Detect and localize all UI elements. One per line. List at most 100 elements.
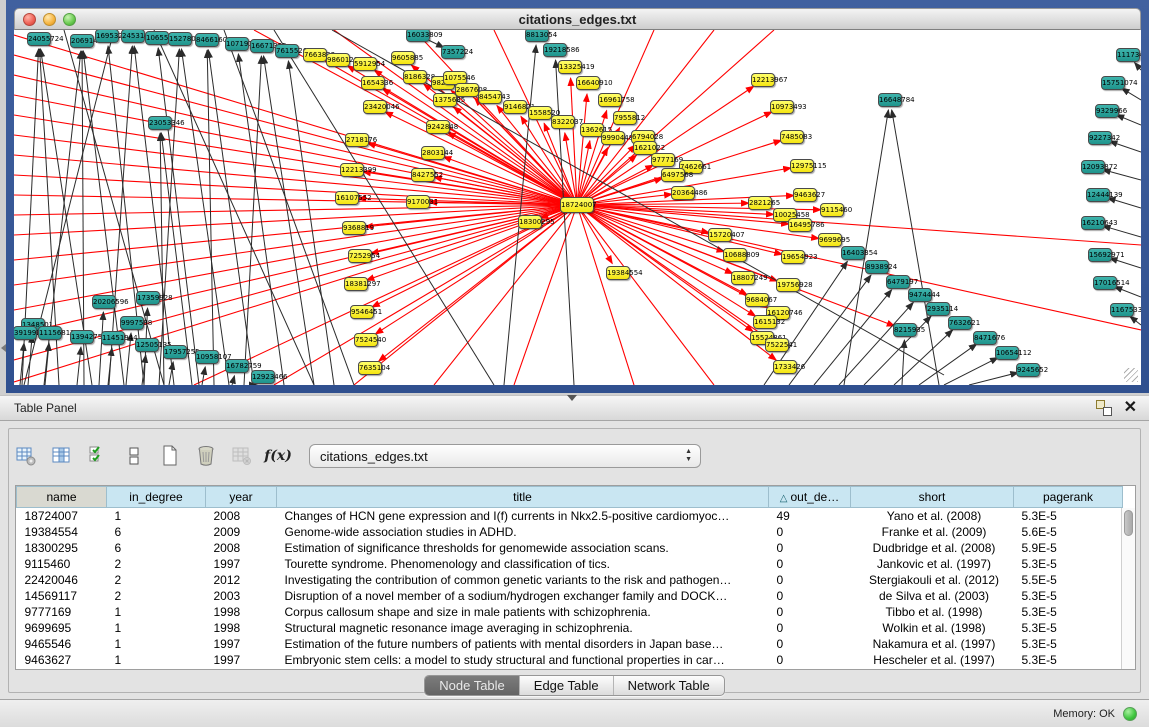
graph-node[interactable]: 7357224	[441, 45, 465, 59]
graph-node[interactable]: 7524540	[354, 333, 378, 347]
graph-node[interactable]: 10973493	[770, 100, 794, 114]
tab-node-table[interactable]: Node Table	[425, 676, 520, 695]
graph-node[interactable]: 2821265	[748, 196, 772, 210]
scrollbar-thumb[interactable]	[1124, 510, 1133, 536]
graph-node[interactable]: 17016514	[1093, 276, 1117, 290]
graph-node[interactable]: 20206596	[92, 295, 116, 309]
graph-node[interactable]: 9329966	[1095, 104, 1119, 118]
graph-node[interactable]: 16953275	[95, 30, 119, 43]
table-row[interactable]: 1872400712008Changes of HCN gene express…	[17, 508, 1123, 524]
graph-node[interactable]: 20364486	[671, 186, 695, 200]
graph-node[interactable]: 5912954	[353, 57, 377, 71]
graph-node[interactable]: 8466160	[195, 33, 219, 47]
table-row[interactable]: 946362711997Embryonic stem cells: a mode…	[17, 652, 1123, 668]
column-header-out_degree[interactable]: △out_de…	[769, 487, 851, 508]
graph-node[interactable]: 8471676	[973, 331, 997, 345]
graph-node[interactable]: 11451944	[101, 331, 125, 345]
graph-node[interactable]: 12093872	[1081, 160, 1105, 174]
graph-node[interactable]: 7632621	[948, 316, 972, 330]
graph-node[interactable]: 18381297	[344, 277, 368, 291]
graph-node[interactable]: 2803144	[421, 146, 445, 160]
graph-node[interactable]: 10958107	[195, 350, 219, 364]
graph-node[interactable]: 9699695	[818, 233, 842, 247]
graph-node[interactable]: 16403354	[841, 246, 865, 260]
graph-node[interactable]: 7635104	[358, 361, 382, 375]
graph-node[interactable]: 18300295	[518, 215, 542, 229]
graph-node[interactable]: 16640910	[576, 76, 600, 90]
graph-node[interactable]: 8215935	[893, 323, 917, 337]
tab-network-table[interactable]: Network Table	[614, 676, 724, 695]
show-columns-icon[interactable]	[51, 445, 73, 467]
column-header-in_degree[interactable]: in_degree	[107, 487, 206, 508]
graph-node[interactable]: 2718176	[345, 133, 369, 147]
graph-node[interactable]: 11675338	[1110, 303, 1134, 317]
graph-node[interactable]: 15751074	[1101, 76, 1125, 90]
graph-node[interactable]: 9245652	[1016, 363, 1040, 377]
table-mode-icon[interactable]	[15, 445, 37, 467]
graph-node[interactable]: 10655327	[145, 31, 169, 45]
graph-node[interactable]: 16782759	[225, 359, 249, 373]
graph-node[interactable]: 7663822	[303, 48, 327, 62]
graph-node[interactable]: 9990448	[601, 131, 625, 145]
graph-node[interactable]: 12444139	[1086, 188, 1110, 202]
tab-edge-table[interactable]: Edge Table	[520, 676, 614, 695]
graph-node[interactable]: 11173456	[1116, 48, 1140, 62]
graph-node[interactable]: 6497568	[661, 168, 685, 182]
graph-node[interactable]: 6479197	[886, 275, 910, 289]
table-row[interactable]: 1830029562008Estimation of significance …	[17, 540, 1123, 556]
graph-hub-node[interactable]: 18724007	[560, 197, 594, 213]
float-panel-icon[interactable]	[1096, 400, 1112, 416]
graph-node[interactable]: 19218586	[543, 43, 567, 57]
graph-node[interactable]: 1733426	[773, 360, 797, 374]
table-row[interactable]: 969969511998Structural magnetic resonanc…	[17, 620, 1123, 636]
graph-node[interactable]: 12505135	[135, 338, 159, 352]
graph-node[interactable]: 9860128	[326, 53, 350, 67]
graph-node[interactable]: 19756928	[776, 278, 800, 292]
graph-node[interactable]: 12213967	[751, 73, 775, 87]
graph-node[interactable]: 11156812	[38, 326, 62, 340]
graph-node[interactable]: 10688809	[723, 248, 747, 262]
graph-node[interactable]: 2935114	[926, 302, 950, 316]
delete-columns-icon[interactable]	[195, 445, 217, 467]
network-graph-canvas[interactable]: 24055724 20691406169532752453149210655327…	[14, 30, 1141, 385]
graph-node[interactable]: 20691406	[70, 34, 94, 48]
table-row[interactable]: 1456911722003Disruption of a novel membe…	[17, 588, 1123, 604]
window-resize-grip[interactable]	[1124, 368, 1138, 382]
graph-node[interactable]: 16648784	[878, 93, 902, 107]
graph-node[interactable]: 24531492	[121, 30, 145, 43]
graph-node[interactable]: 16495786	[788, 218, 812, 232]
graph-node[interactable]: 17359928	[136, 291, 160, 305]
table-row[interactable]: 977716911998Corpus callosum shape and si…	[17, 604, 1123, 620]
table-row[interactable]: 1938455462009Genome-wide association stu…	[17, 524, 1123, 540]
graph-node[interactable]: 1558520	[528, 106, 552, 120]
graph-node[interactable]: 12923466	[251, 370, 275, 384]
column-header-year[interactable]: year	[206, 487, 277, 508]
graph-node[interactable]: 9546451	[350, 305, 374, 319]
graph-node[interactable]: 10654112	[995, 346, 1019, 360]
graph-node[interactable]: 9684067	[745, 293, 769, 307]
graph-node[interactable]: 24055724	[27, 32, 51, 46]
graph-node[interactable]: 9368819	[342, 221, 366, 235]
graph-node[interactable]: 18807249	[731, 271, 755, 285]
graph-node[interactable]: 16961758	[598, 93, 622, 107]
graph-node[interactable]: 19384554	[606, 266, 630, 280]
table-row[interactable]: 946554611997Estimation of the future num…	[17, 636, 1123, 652]
graph-node[interactable]: 8938924	[865, 260, 889, 274]
graph-node[interactable]: 1615132	[753, 315, 777, 329]
graph-node[interactable]: 9605885	[391, 51, 415, 65]
graph-node[interactable]: 16210643	[1081, 216, 1105, 230]
splitter-handle-icon[interactable]	[567, 395, 577, 401]
create-column-icon[interactable]	[159, 445, 181, 467]
column-header-title[interactable]: title	[277, 487, 769, 508]
graph-node[interactable]: 8454743	[478, 90, 502, 104]
graph-node[interactable]: 7522541	[765, 338, 789, 352]
graph-node[interactable]: 9474444	[908, 288, 932, 302]
graph-node[interactable]: 8322037	[551, 115, 575, 129]
column-header-pagerank[interactable]: pagerank	[1014, 487, 1123, 508]
graph-node[interactable]: 16107552	[335, 191, 359, 205]
graph-node[interactable]: 9115460	[820, 203, 844, 217]
graph-node[interactable]: 23420046	[363, 100, 387, 114]
select-columns-icon[interactable]	[87, 445, 109, 467]
table-row[interactable]: 2242004622012Investigating the contribut…	[17, 572, 1123, 588]
graph-node[interactable]: 17957255	[163, 345, 187, 359]
